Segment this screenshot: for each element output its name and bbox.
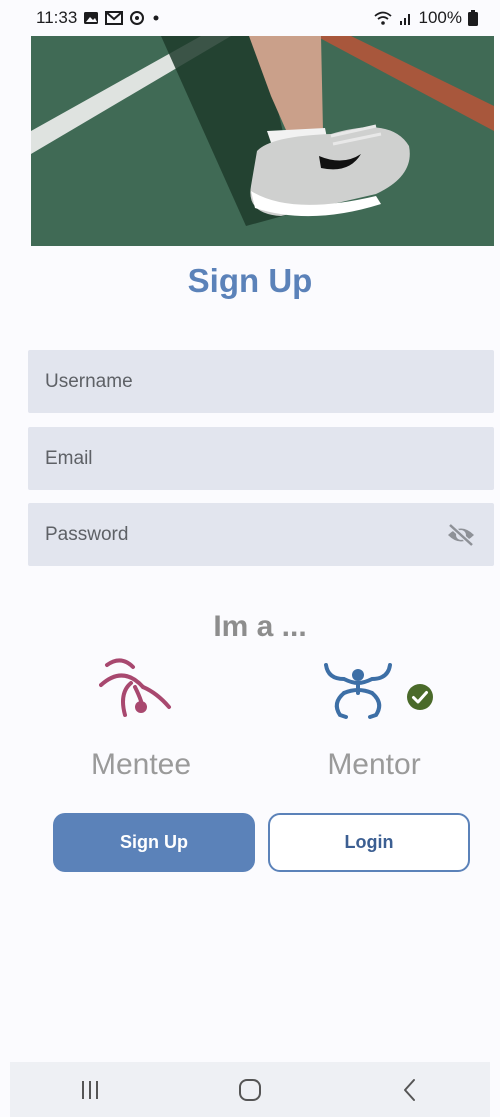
status-right: 100% — [373, 8, 478, 28]
signup-button[interactable]: Sign Up — [53, 813, 255, 872]
mentor-option[interactable]: Mentor — [274, 655, 474, 785]
back-icon[interactable] — [380, 1070, 440, 1110]
battery-percent: 100% — [418, 8, 462, 27]
mentor-label: Mentor — [327, 748, 421, 781]
system-nav-bar — [10, 1062, 490, 1117]
signal-icon — [399, 11, 413, 25]
eye-off-icon[interactable] — [445, 522, 477, 547]
dot-icon — [151, 13, 161, 23]
status-left: 11:33 — [36, 8, 161, 28]
battery-icon — [468, 10, 478, 26]
sync-icon — [129, 10, 145, 26]
page-title: Sign Up — [187, 262, 313, 299]
username-field[interactable]: Username — [28, 350, 494, 413]
mentee-label: Mentee — [90, 748, 192, 781]
recents-icon[interactable] — [60, 1070, 120, 1110]
status-time: 11:33 — [36, 8, 78, 27]
email-field[interactable]: Email — [28, 427, 494, 490]
mentee-icon — [99, 657, 175, 726]
home-icon[interactable] — [220, 1070, 280, 1110]
username-placeholder: Username — [45, 370, 133, 392]
hero-image — [31, 36, 494, 246]
gallery-icon — [83, 10, 99, 26]
login-button[interactable]: Login — [268, 813, 470, 872]
wifi-icon — [373, 10, 393, 26]
mentee-option[interactable]: Mentee — [41, 655, 241, 785]
password-placeholder: Password — [45, 523, 129, 545]
mentor-icon — [322, 657, 394, 726]
check-circle-icon — [406, 683, 434, 716]
password-field[interactable]: Password — [28, 503, 494, 566]
role-heading: Im a ... — [213, 610, 307, 643]
email-placeholder: Email — [45, 447, 93, 469]
status-bar: 11:33 100% — [0, 0, 500, 36]
gmail-icon — [105, 11, 124, 25]
